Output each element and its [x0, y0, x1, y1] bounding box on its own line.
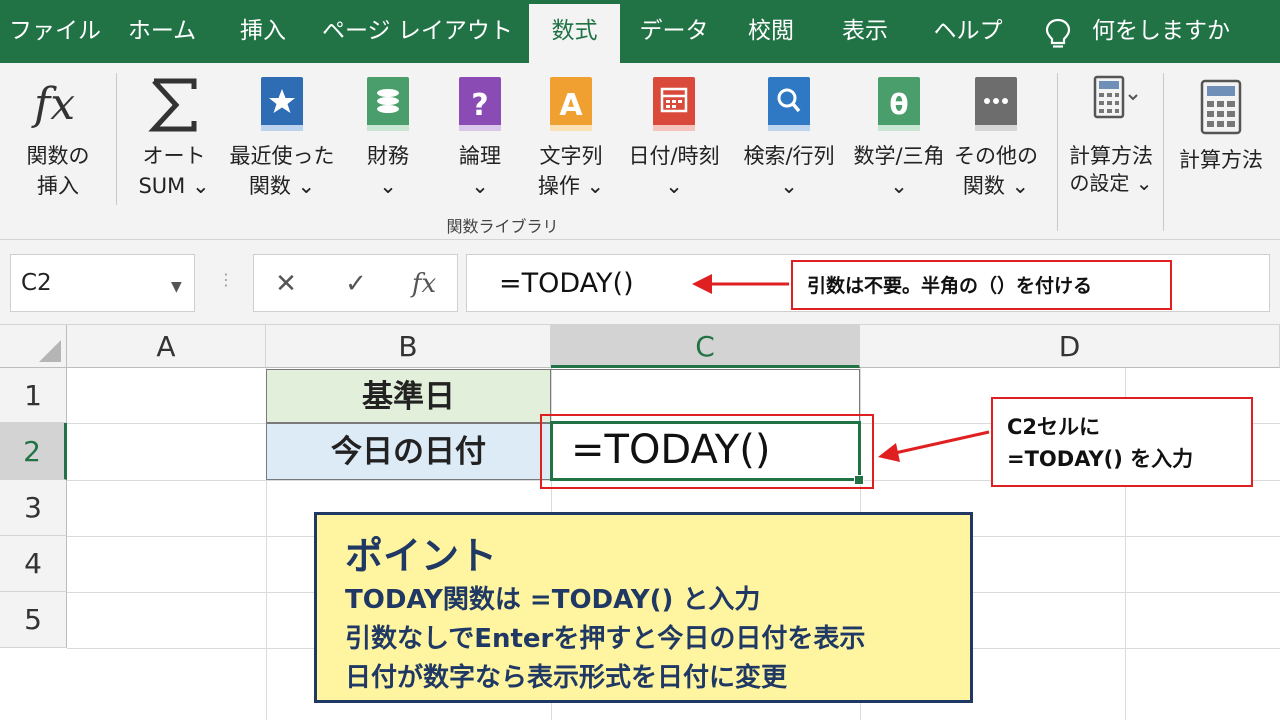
arrowhead-icon	[692, 274, 712, 294]
cell-note-callout: C2セルに =TODAY() を入力	[991, 397, 1253, 487]
point-line-2: 引数なしでEnterを押すと今日の日付を表示	[345, 624, 866, 654]
formula-note-callout: 引数は不要。半角の（）を付ける	[791, 260, 1172, 310]
arrowhead-icon	[878, 443, 900, 462]
point-line-1: TODAY関数は =TODAY() と入力	[345, 585, 761, 615]
cell-note-line-1: C2セルに	[1007, 415, 1101, 439]
point-summary-box: ポイント TODAY関数は =TODAY() と入力 引数なしでEnterを押す…	[314, 512, 973, 703]
point-line-3: 日付が数字なら表示形式を日付に変更	[345, 663, 788, 693]
arrow-to-cell	[894, 430, 990, 455]
point-title: ポイント	[345, 534, 498, 578]
formula-note-text: 引数は不要。半角の（）を付ける	[807, 275, 1093, 297]
cell-note-line-2: =TODAY() を入力	[1007, 447, 1194, 471]
